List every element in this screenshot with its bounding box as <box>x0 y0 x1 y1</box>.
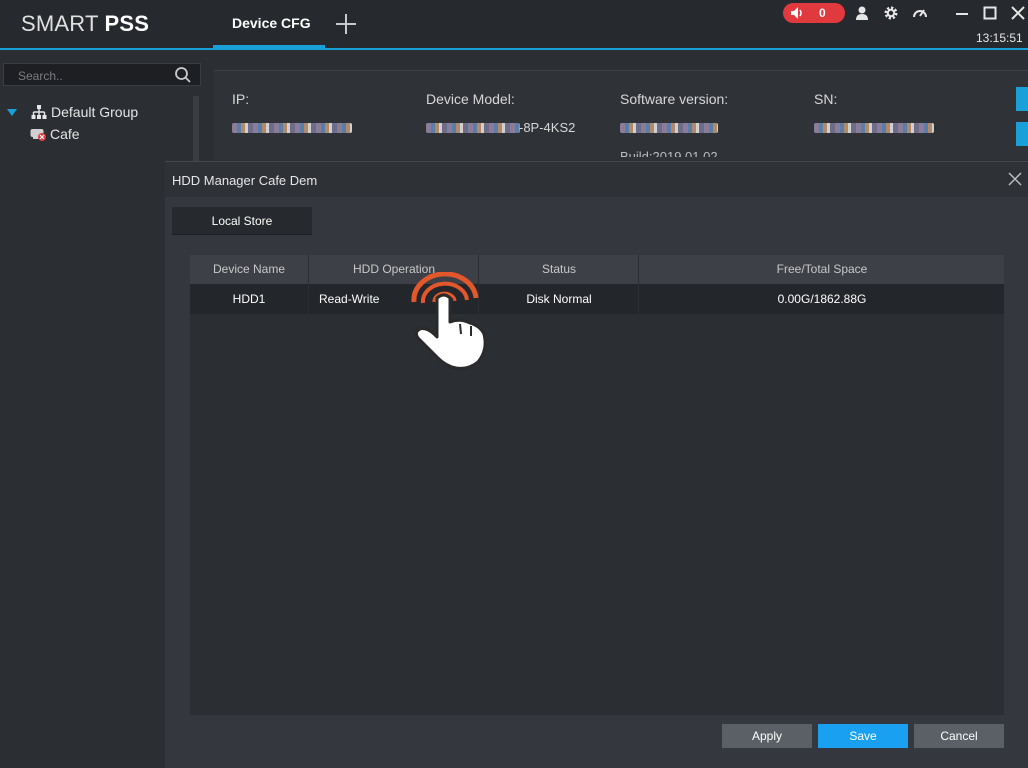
alarm-count: 0 <box>819 6 826 20</box>
tab-local-store-label: Local Store <box>211 214 273 228</box>
tree-item-label: Cafe <box>50 126 80 142</box>
user-icon[interactable] <box>854 5 870 21</box>
hierarchy-icon <box>31 105 47 119</box>
info-panel-gap <box>214 52 1028 62</box>
hdd-table: Device Name HDD Operation Status Free/To… <box>190 255 1004 715</box>
model-label: Device Model: <box>426 91 515 107</box>
column-device-name: Device Name <box>190 255 309 284</box>
hdd-manager-dialog: HDD Manager Cafe Dem Local Store Device … <box>165 161 1028 768</box>
cell-status: Disk Normal <box>480 284 639 314</box>
search-input[interactable]: Search.. <box>3 63 201 86</box>
side-action-button[interactable] <box>1016 87 1028 111</box>
table-header: Device Name HDD Operation Status Free/To… <box>190 255 1004 284</box>
maximize-icon[interactable] <box>982 5 998 21</box>
tree-group-default[interactable]: Default Group <box>7 104 187 122</box>
sn-value-masked <box>814 123 934 133</box>
minimize-icon[interactable] <box>954 5 970 21</box>
add-tab-icon[interactable] <box>334 12 358 36</box>
gear-icon[interactable] <box>883 5 899 21</box>
tab-local-store[interactable]: Local Store <box>172 207 312 235</box>
alarm-badge[interactable]: 0 <box>783 3 845 23</box>
side-action-button[interactable] <box>1016 122 1028 146</box>
dialog-title: HDD Manager Cafe Dem <box>172 173 318 188</box>
title-bar: SMART PSS Device CFG 0 13:15:51 <box>0 0 1028 50</box>
tree-group-label: Default Group <box>51 104 139 120</box>
ip-label: IP: <box>232 91 250 107</box>
ip-value-masked <box>232 123 352 133</box>
software-label: Software version: <box>620 91 729 107</box>
tab-device-cfg-label: Device CFG <box>232 15 311 31</box>
search-placeholder: Search.. <box>18 69 63 83</box>
close-icon[interactable] <box>1008 172 1022 186</box>
close-window-icon[interactable] <box>1010 5 1026 21</box>
tree-item-cafe[interactable]: Cafe <box>30 126 180 144</box>
speedometer-icon[interactable] <box>912 5 928 21</box>
dialog-header: HDD Manager Cafe Dem <box>165 162 1028 197</box>
save-button[interactable]: Save <box>818 724 908 748</box>
model-value-masked <box>426 123 520 133</box>
tap-pointer-icon <box>411 272 487 370</box>
active-tab-indicator <box>213 45 325 48</box>
offline-device-icon <box>30 129 46 141</box>
column-free-total-space: Free/Total Space <box>776 262 868 276</box>
expand-arrow-icon[interactable] <box>7 109 17 116</box>
column-status: Status <box>480 255 639 284</box>
sn-label: SN: <box>814 91 838 107</box>
build-text: Build:2019.01.02 <box>620 149 718 157</box>
model-value-suffix: -8P-4KS2 <box>519 120 576 135</box>
cell-space: 0.00G/1862.88G <box>777 292 867 306</box>
search-icon[interactable] <box>174 66 192 84</box>
clock: 13:15:51 <box>976 31 1023 45</box>
apply-button[interactable]: Apply <box>722 724 812 748</box>
tab-device-cfg[interactable]: Device CFG <box>213 0 325 48</box>
cell-device-name: HDD1 <box>190 284 309 314</box>
software-value-masked <box>620 123 718 133</box>
app-logo: SMART PSS <box>21 11 150 36</box>
speaker-icon <box>791 7 802 19</box>
cancel-button[interactable]: Cancel <box>914 724 1004 748</box>
device-info-panel: IP: Device Model: -8P-4KS2 Software vers… <box>214 70 1028 160</box>
table-row[interactable]: HDD1 Read-Write Disk Normal 0.00G/1862.8… <box>190 284 1004 314</box>
